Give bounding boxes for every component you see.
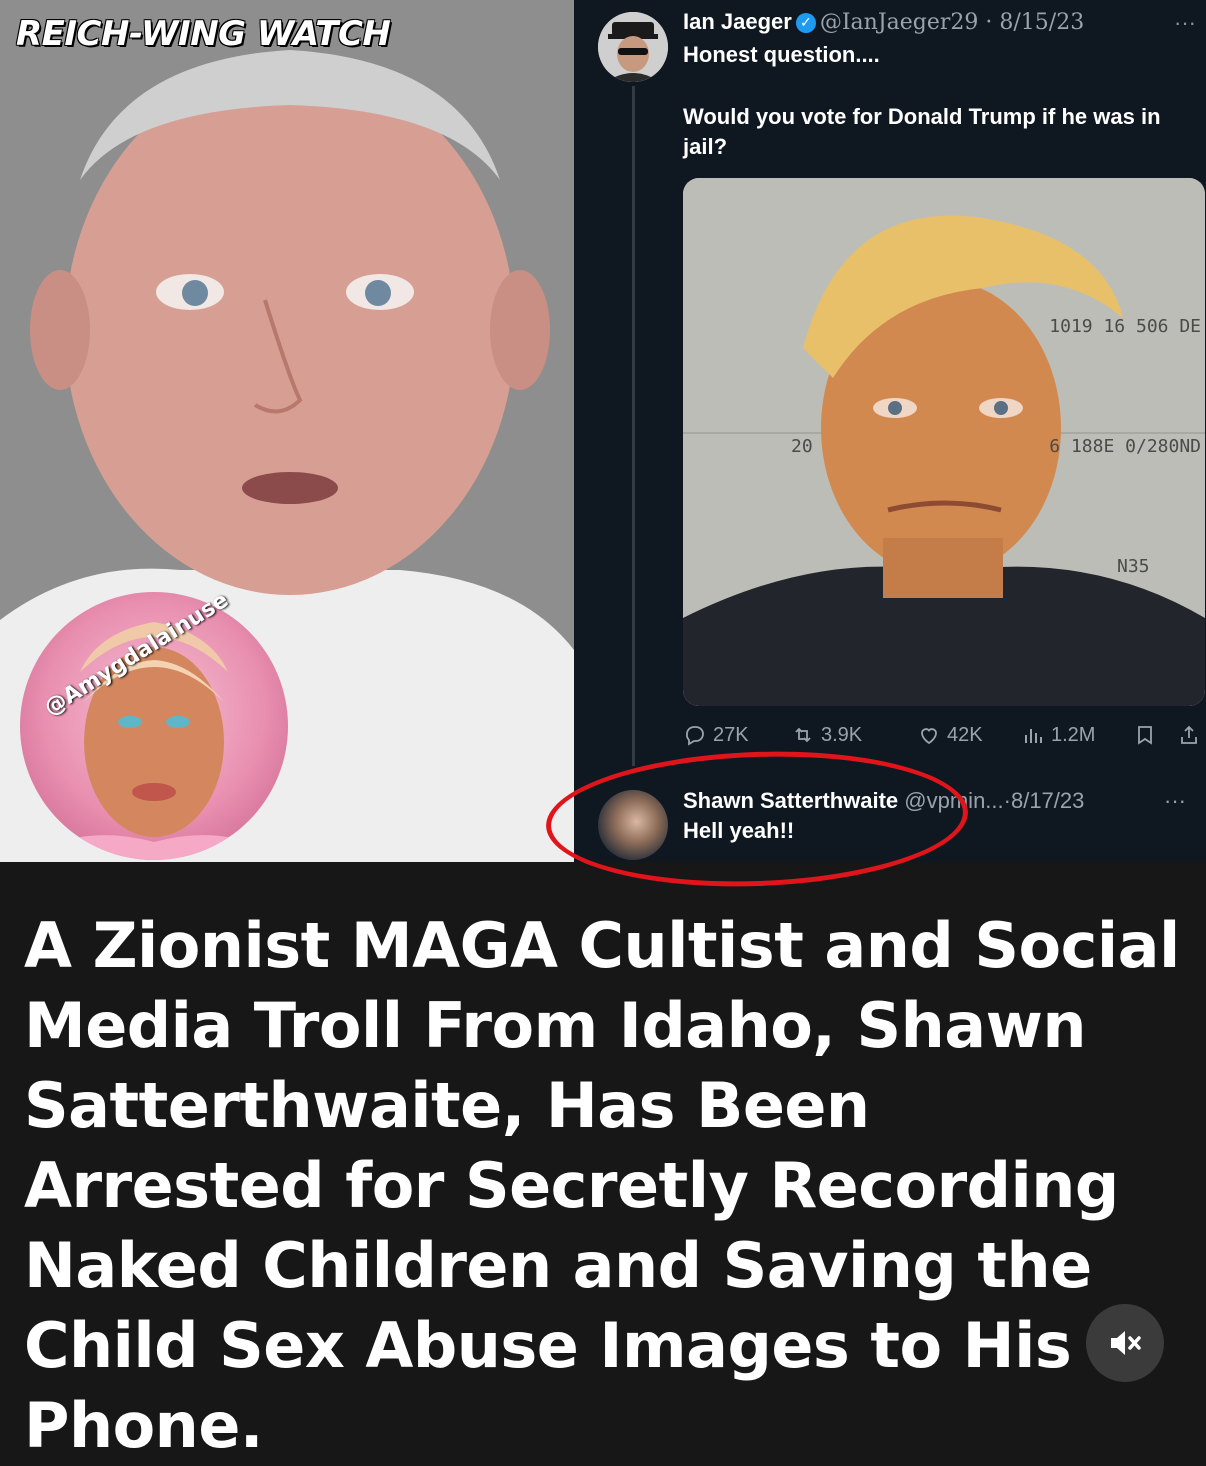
separator: ·	[985, 10, 993, 35]
share-icon	[1181, 725, 1197, 744]
image-collage: REICH-WING WATCH @Amygdalainuse Ian Jaeg…	[0, 0, 1206, 894]
tweet-text-line: Honest question....	[683, 42, 880, 67]
tweet-author-avatar[interactable]	[598, 12, 668, 82]
reply-icon	[686, 726, 704, 746]
repost-button[interactable]: 3.9K	[791, 723, 917, 747]
photo-label: N35	[1117, 556, 1150, 577]
tweet-text: Honest question.... Would you vote for D…	[683, 40, 1193, 194]
photo-label: 20	[791, 436, 813, 457]
photo-label: 1019 16 506 DE	[1049, 316, 1201, 337]
mute-button[interactable]	[1086, 1304, 1164, 1382]
more-options-icon[interactable]: ···	[1174, 10, 1196, 36]
verified-badge-icon: ✓	[795, 13, 816, 33]
avatar-illustration	[598, 12, 668, 82]
bookmark-icon	[1138, 726, 1152, 745]
tweet-photo[interactable]: 1019 16 506 DE 20 6 188E 0/280ND N35	[683, 178, 1205, 706]
reply-button[interactable]: 27K	[683, 723, 791, 747]
speaker-muted-icon	[1111, 1331, 1141, 1355]
mugshot-left: REICH-WING WATCH @Amygdalainuse	[0, 0, 574, 862]
photo-label: 6 188E 0/280ND	[1049, 436, 1201, 457]
more-options-icon[interactable]: ···	[1164, 786, 1186, 816]
tweet-author-name[interactable]: Ian Jaeger	[683, 9, 792, 34]
headline: A Zionist MAGA Cultist and Social Media …	[24, 909, 1180, 1462]
views-button[interactable]: 1.2M	[1021, 723, 1133, 747]
like-count: 42K	[947, 723, 983, 746]
heart-icon	[921, 728, 937, 745]
tweet-screenshot: Ian Jaeger ✓ @IanJaeger29 · 8/15/23 ··· Ho…	[574, 0, 1206, 862]
tweet-text-line: Would you vote for Donald Trump if he wa…	[683, 104, 1161, 159]
repost-count: 3.9K	[821, 723, 863, 746]
separator: ·	[1003, 788, 1011, 813]
views-chart-icon	[1025, 729, 1042, 743]
views-count: 1.2M	[1051, 723, 1096, 746]
reply-count: 27K	[713, 723, 749, 746]
tweet-author-handle[interactable]: @IanJaeger29	[820, 10, 979, 35]
thread-line	[632, 86, 635, 766]
watermark-title: REICH-WING WATCH	[16, 14, 391, 54]
reply-date[interactable]: 8/17/23	[1011, 788, 1084, 813]
bookmark-button[interactable]	[1133, 723, 1177, 747]
share-button[interactable]	[1177, 723, 1201, 747]
tweet-header: Ian Jaeger ✓ @IanJaeger29 · 8/15/23	[683, 8, 1194, 37]
repost-icon	[795, 727, 811, 743]
tweet-date[interactable]: 8/15/23	[999, 10, 1084, 35]
like-button[interactable]: 42K	[917, 723, 1021, 747]
tweet-action-bar: 27K 3.9K 42K 1.2M	[683, 720, 1203, 750]
